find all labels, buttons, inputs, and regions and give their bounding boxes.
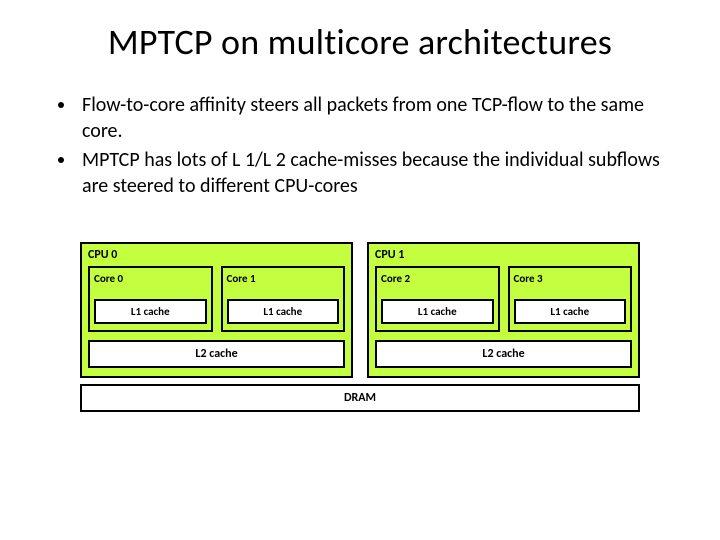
l1-cache: L1 cache bbox=[381, 299, 494, 324]
core-row: Core 0 L1 cache Core 1 L1 cache bbox=[88, 266, 345, 332]
core-label: Core 3 bbox=[514, 272, 627, 285]
core-2: Core 2 L1 cache bbox=[375, 266, 500, 332]
core-row: Core 2 L1 cache Core 3 L1 cache bbox=[375, 266, 632, 332]
cpu-1: CPU 1 Core 2 L1 cache Core 3 L1 cache L2… bbox=[367, 242, 640, 378]
architecture-diagram: CPU 0 Core 0 L1 cache Core 1 L1 cache L2… bbox=[80, 242, 640, 412]
l1-cache: L1 cache bbox=[94, 299, 207, 324]
dram: DRAM bbox=[80, 384, 640, 412]
cpu-row: CPU 0 Core 0 L1 cache Core 1 L1 cache L2… bbox=[80, 242, 640, 378]
l2-cache: L2 cache bbox=[88, 340, 345, 368]
l2-cache: L2 cache bbox=[375, 340, 632, 368]
bullet-list: Flow-to-core affinity steers all packets… bbox=[40, 92, 680, 200]
bullet-item: Flow-to-core affinity steers all packets… bbox=[68, 92, 680, 145]
core-label: Core 1 bbox=[227, 272, 340, 285]
bullet-item: MPTCP has lots of L 1/L 2 cache-misses b… bbox=[68, 147, 680, 200]
slide-title: MPTCP on multicore architectures bbox=[40, 20, 680, 64]
core-3: Core 3 L1 cache bbox=[508, 266, 633, 332]
cpu-label: CPU 1 bbox=[375, 248, 632, 262]
core-label: Core 2 bbox=[381, 272, 494, 285]
core-label: Core 0 bbox=[94, 272, 207, 285]
cpu-0: CPU 0 Core 0 L1 cache Core 1 L1 cache L2… bbox=[80, 242, 353, 378]
cpu-label: CPU 0 bbox=[88, 248, 345, 262]
core-0: Core 0 L1 cache bbox=[88, 266, 213, 332]
core-1: Core 1 L1 cache bbox=[221, 266, 346, 332]
l1-cache: L1 cache bbox=[514, 299, 627, 324]
l1-cache: L1 cache bbox=[227, 299, 340, 324]
